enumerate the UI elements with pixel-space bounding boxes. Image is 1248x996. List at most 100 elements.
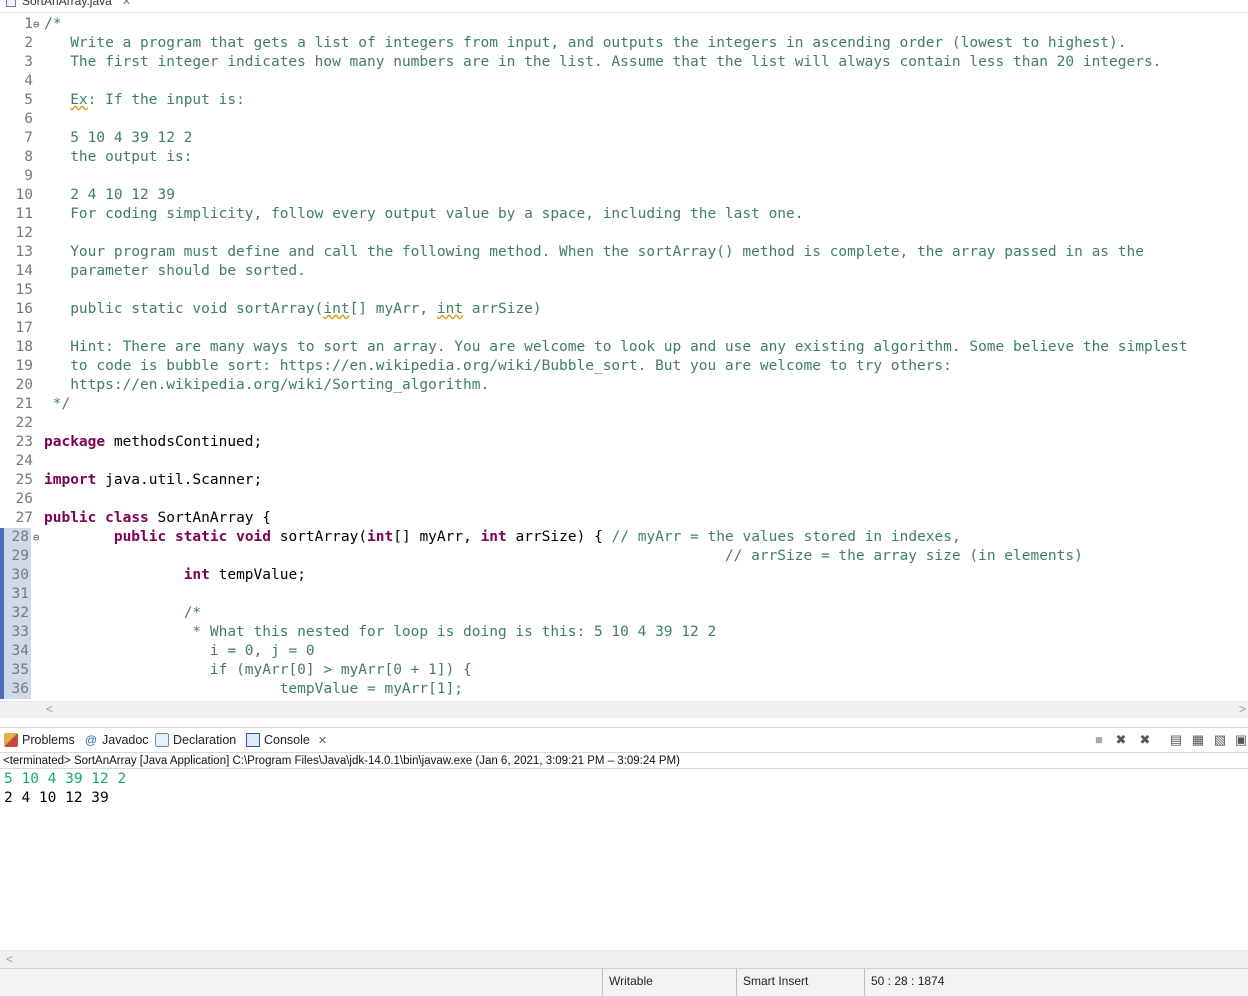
code-line[interactable]: 25 import java.util.Scanner; [0,471,1248,490]
code-keyword: public [113,529,167,545]
code-comment: // arrSize = the array size (in elements… [724,548,1083,564]
close-console-icon[interactable]: ✕ [318,734,327,747]
scroll-left-icon[interactable]: < [6,952,13,966]
line-number: 26 [15,491,33,507]
tab-declaration[interactable]: Declaration [155,728,236,752]
line-number: 18 [15,339,33,355]
line-number: 20 [15,377,33,393]
code-line[interactable]: 1 ⊖/* [0,15,1248,34]
code-token: methodsContinued; [105,434,263,450]
code-line[interactable]: 36 tempValue = myArr[1]; [0,680,1248,699]
code-editor[interactable]: 1 ⊖/* 2 Write a program that gets a list o… [0,13,1248,701]
code-line[interactable]: 31 [0,585,1248,604]
status-writable: Writable [602,969,737,996]
code-line[interactable]: 28 ⊖ public static void sortArray(int[] m… [0,528,1248,547]
code-line[interactable]: 26 [0,490,1248,509]
code-text: // arrSize = the array size (in elements… [44,547,1083,566]
code-text: to code is bubble sort: https://en.wikip… [44,357,952,376]
code-line[interactable]: 3 The first integer indicates how many n… [0,53,1248,72]
scroll-right-icon[interactable]: > [1239,702,1246,716]
code-line[interactable]: 7 5 10 4 39 12 2 [0,129,1248,148]
code-keyword: public [44,510,97,526]
code-line[interactable]: 15 [0,281,1248,300]
tab-problems[interactable]: Problems [4,728,75,752]
line-number: 23 [15,434,33,450]
fold-toggle-icon[interactable]: ⊖ [33,528,43,547]
line-number: 30 [0,566,31,585]
code-line[interactable]: 4 [0,72,1248,91]
tab-declaration-label: Declaration [173,733,237,747]
code-comment: * What this nested for loop is doing is … [192,624,717,640]
fold-toggle-icon[interactable]: ⊖ [33,15,43,34]
line-number: 33 [0,623,31,642]
code-line[interactable]: 13 Your program must define and call the… [0,243,1248,262]
code-line[interactable]: 6 [0,110,1248,129]
code-line[interactable]: 18 Hint: There are many ways to sort an … [0,338,1248,357]
code-keyword: static [174,529,228,545]
code-text: The first integer indicates how many num… [44,53,1161,72]
line-number: 17 [15,320,33,336]
pin-console-icon[interactable]: ▣ [1233,732,1248,748]
line-number: 14 [15,263,33,279]
tab-javadoc[interactable]: @ Javadoc [84,728,149,752]
code-line[interactable]: 30 int tempValue; [0,566,1248,585]
code-line[interactable]: 10 2 4 10 12 39 [0,186,1248,205]
editor-tab-label: SortAnArray.java [22,0,112,8]
code-line[interactable]: 34 i = 0, j = 0 [0,642,1248,661]
code-line[interactable]: 32 /* [0,604,1248,623]
code-comment: Write a program that gets a list of inte… [44,35,1136,51]
code-line[interactable]: 27 public class SortAnArray { [0,509,1248,528]
line-number: 21 [15,396,33,412]
code-text: parameter should be sorted. [44,262,306,281]
console-horizontal-scrollbar[interactable]: < [0,950,1248,968]
code-comment: /* [44,16,62,32]
scroll-left-icon[interactable]: < [46,702,53,716]
code-token: [] myArr, [393,529,481,545]
code-text: i = 0, j = 0 [44,642,315,661]
line-number: 25 [15,472,33,488]
code-line[interactable]: 5 Ex: If the input is: [0,91,1248,110]
code-line[interactable]: 19 to code is bubble sort: https://en.wi… [0,357,1248,376]
terminate-icon[interactable]: ■ [1091,732,1107,748]
code-line[interactable]: 14 parameter should be sorted. [0,262,1248,281]
code-line[interactable]: 20 https://en.wikipedia.org/wiki/Sorting… [0,376,1248,395]
word-wrap-icon[interactable]: ▧ [1212,732,1228,748]
code-line[interactable]: 22 [0,414,1248,433]
code-line[interactable]: 8 the output is: [0,148,1248,167]
remove-launch-icon[interactable]: ✖ [1113,732,1129,748]
code-line[interactable]: 21 */ [0,395,1248,414]
line-number: 36 [0,680,31,699]
console-output[interactable]: 5 10 4 39 12 2 2 4 10 12 39 [0,770,1248,950]
code-line[interactable]: 9 [0,167,1248,186]
code-text: For coding simplicity, follow every outp… [44,205,803,224]
line-number: 19 [15,358,33,374]
code-line[interactable]: 24 [0,452,1248,471]
code-line[interactable]: 11 For coding simplicity, follow every o… [0,205,1248,224]
editor-horizontal-scrollbar[interactable]: < > [0,701,1248,718]
tab-console[interactable]: Console ✕ [246,728,328,752]
tab-problems-label: Problems [22,733,75,747]
code-line[interactable]: 23 package methodsContinued; [0,433,1248,452]
code-line[interactable]: 12 [0,224,1248,243]
status-bar: Writable Smart Insert 50 : 28 : 1874 [0,968,1248,996]
scroll-lock-icon[interactable]: ▦ [1190,732,1206,748]
code-comment: */ [44,396,71,412]
code-line[interactable]: 16 public static void sortArray(int[] my… [0,300,1248,319]
code-line[interactable]: 2 Write a program that gets a list of in… [0,34,1248,53]
remove-all-terminated-icon[interactable]: ✖ [1137,732,1153,748]
close-icon[interactable]: ✕ [122,0,131,8]
code-text: */ [44,395,70,414]
code-line[interactable]: 29 // arrSize = the array size (in eleme… [0,547,1248,566]
line-number: 11 [15,206,33,222]
code-keyword: int [480,529,507,545]
code-line[interactable]: 33 * What this nested for loop is doing … [0,623,1248,642]
code-line[interactable]: 35 if (myArr[0] > myArr[0 + 1]) { [0,661,1248,680]
clear-console-icon[interactable]: ▤ [1168,732,1184,748]
editor-tab-sortanarray[interactable]: SortAnArray.java ✕ [6,0,131,8]
code-text: tempValue = myArr[1]; [44,680,463,699]
code-comment: public static void sortArray( [44,301,324,317]
code-line[interactable]: 17 [0,319,1248,338]
